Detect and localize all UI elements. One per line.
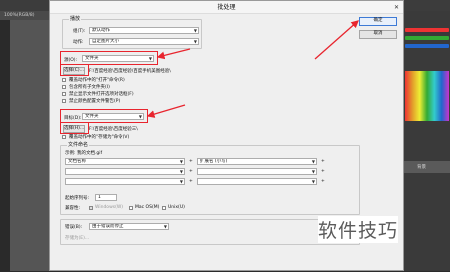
errors-label: 错误(B): <box>65 225 83 230</box>
tools-panel <box>0 20 10 271</box>
arrow-to-source <box>156 48 191 60</box>
destination-path: F:\百度经验\百度经验三\ <box>89 127 138 132</box>
plus-label: + <box>321 159 325 164</box>
source-path: F:\百度经验\百度经验\百度手机美图经验\ <box>89 69 171 74</box>
layer-label: 背景 <box>417 165 426 170</box>
naming-field[interactable]: ▼ <box>65 168 185 175</box>
ok-button[interactable]: 确定 <box>359 17 397 26</box>
right-panels: 背景 <box>403 11 450 271</box>
naming-field[interactable]: ▼ <box>197 168 317 175</box>
include-subfolders-checkbox[interactable] <box>62 85 66 89</box>
errors-select[interactable]: 由于错误而停止 ▼ <box>89 223 169 230</box>
chevron-down-icon: ▼ <box>193 28 197 33</box>
unix-checkbox[interactable] <box>162 206 166 210</box>
arrow-to-ok <box>314 20 359 60</box>
set-label: 组(T): <box>73 29 86 34</box>
group-title: 文件命名 <box>67 142 90 148</box>
compat-label: 兼容性: <box>65 206 81 211</box>
action-label: 动作: <box>73 40 84 45</box>
option-label: 禁止显示文件打开选项对话框(F) <box>69 92 134 97</box>
override-saveas-checkbox[interactable] <box>62 135 66 139</box>
swatches-panel[interactable] <box>405 71 449 121</box>
color-slider[interactable] <box>405 44 449 48</box>
annotation-box <box>60 122 89 134</box>
watermark: 软件技巧 <box>318 216 399 243</box>
dialog-title: 批处理 <box>50 1 403 14</box>
chevron-down-icon: ▼ <box>163 224 167 229</box>
errors-group: 错误(B): 由于错误而停止 ▼ 存储为(E)... <box>60 219 360 245</box>
naming-field[interactable]: ▼ <box>65 178 185 185</box>
option-label: 覆盖动作中的"打开"命令(R) <box>69 78 125 83</box>
override-open-checkbox[interactable] <box>62 78 66 82</box>
mac-checkbox[interactable] <box>129 206 133 210</box>
compat-option: Windows(W) <box>95 205 124 210</box>
plus-label: + <box>189 179 193 184</box>
plus-label: + <box>189 159 193 164</box>
errors-saveas-button[interactable]: 存储为(E)... <box>65 235 89 241</box>
naming-example: 示例: 我的文档.gif <box>65 151 103 156</box>
windows-checkbox[interactable] <box>89 206 93 210</box>
group-title: 播放 <box>69 16 82 22</box>
option-label: 包含所有子文件夹(I) <box>69 85 110 90</box>
file-naming-group: 文件命名 示例: 我的文档.gif 文档名称 ▼ + 扩展名 (小写) ▼ + ▼ … <box>60 142 360 215</box>
plus-label: + <box>321 179 325 184</box>
naming-field[interactable]: 文档名称 ▼ <box>65 158 185 165</box>
serial-label: 起始序列号: <box>65 196 90 201</box>
option-label: 覆盖动作中的"存储为"命令(V) <box>69 135 130 140</box>
serial-input[interactable]: 1 <box>95 194 117 201</box>
cancel-button[interactable]: 取消 <box>359 30 397 39</box>
document-tab[interactable]: 100%(RGB/8) <box>0 11 50 20</box>
chevron-down-icon: ▼ <box>193 39 197 44</box>
annotation-box <box>60 64 89 76</box>
color-slider[interactable] <box>405 36 449 40</box>
suppress-open-dialogs-checkbox[interactable] <box>62 92 66 96</box>
compat-option: Unix(U) <box>168 205 185 210</box>
play-group: 播放 组(T): 默认动作 ▼ 动作: 自定图片大小 ▼ <box>62 16 202 49</box>
naming-field[interactable]: 扩展名 (小写) ▼ <box>197 158 317 165</box>
annotation-box <box>60 51 158 65</box>
close-icon[interactable]: ✕ <box>394 1 399 14</box>
suppress-color-warnings-checkbox[interactable] <box>62 99 66 103</box>
naming-field[interactable]: ▼ <box>197 178 317 185</box>
annotation-box <box>60 109 148 123</box>
option-label: 禁止颜色配置文件警告(P) <box>69 99 121 104</box>
set-select[interactable]: 默认动作 ▼ <box>89 27 199 34</box>
plus-label: + <box>189 169 193 174</box>
plus-label: + <box>321 169 325 174</box>
action-select[interactable]: 自定图片大小 ▼ <box>89 38 199 45</box>
compat-option: Mac OS(M) <box>135 205 160 210</box>
layer-row[interactable]: 背景 <box>403 161 450 173</box>
arrow-to-destination <box>146 104 186 118</box>
color-slider[interactable] <box>405 28 449 32</box>
